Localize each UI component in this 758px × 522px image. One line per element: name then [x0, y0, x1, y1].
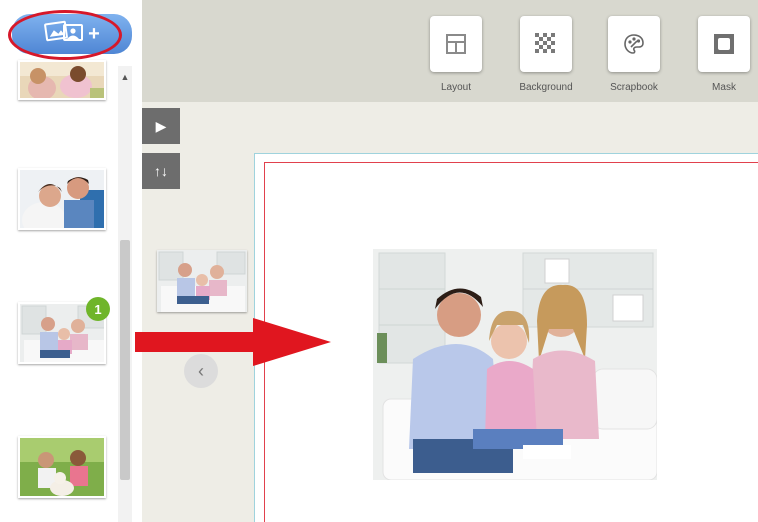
family-on-sofa-photo-large [373, 249, 657, 480]
mask-icon [698, 16, 750, 72]
mask-tool-label: Mask [712, 82, 736, 93]
add-photos-icon [44, 19, 84, 50]
checkerboard-icon [520, 16, 572, 72]
couple-hugging-photo [20, 170, 104, 228]
background-tool-label: Background [519, 82, 573, 93]
family-playing-photo [20, 62, 104, 98]
background-tool-button[interactable]: Background [516, 16, 576, 93]
add-plus-symbol: + [88, 23, 100, 45]
page-thumbnail[interactable] [157, 250, 247, 312]
play-arrow-icon: ▶ [155, 117, 167, 134]
photo-sidebar: + 1 ▲ [0, 0, 142, 522]
sidebar-photo-couple[interactable] [18, 168, 106, 230]
scrapbook-tool-button[interactable]: Scrapbook [604, 16, 664, 93]
sidebar-photo-family-playing[interactable] [18, 60, 106, 100]
palette-icon [608, 16, 660, 72]
layout-icon [430, 16, 482, 72]
chevron-left-icon: ‹ [198, 360, 204, 381]
layout-tool-label: Layout [440, 82, 472, 93]
photo-book-editor: + 1 ▲ Layout Background Scrapbook Mask ▶… [0, 0, 758, 522]
swap-arrows-icon: ↑↓ [154, 163, 168, 179]
usage-count-badge: 1 [86, 297, 110, 321]
placed-photo-family-sofa[interactable] [373, 249, 657, 480]
add-photos-button[interactable]: + [12, 14, 132, 54]
layout-tool-button[interactable]: Layout [426, 16, 486, 93]
mask-tool-button[interactable]: Mask [694, 16, 754, 93]
top-toolbar: Layout Background Scrapbook Mask [142, 0, 758, 102]
expand-panel-button[interactable]: ▶ [142, 108, 180, 144]
family-outdoors-dog-photo [20, 438, 104, 496]
scroll-up-arrow-icon[interactable]: ▲ [118, 70, 132, 84]
swap-order-button[interactable]: ↑↓ [142, 153, 180, 189]
previous-page-button[interactable]: ‹ [184, 354, 218, 388]
sidebar-scrollbar-thumb[interactable] [120, 240, 130, 480]
family-on-sofa-photo-small [157, 250, 247, 312]
sidebar-photo-family-outdoors[interactable] [18, 436, 106, 498]
scrapbook-tool-label: Scrapbook [610, 82, 658, 93]
